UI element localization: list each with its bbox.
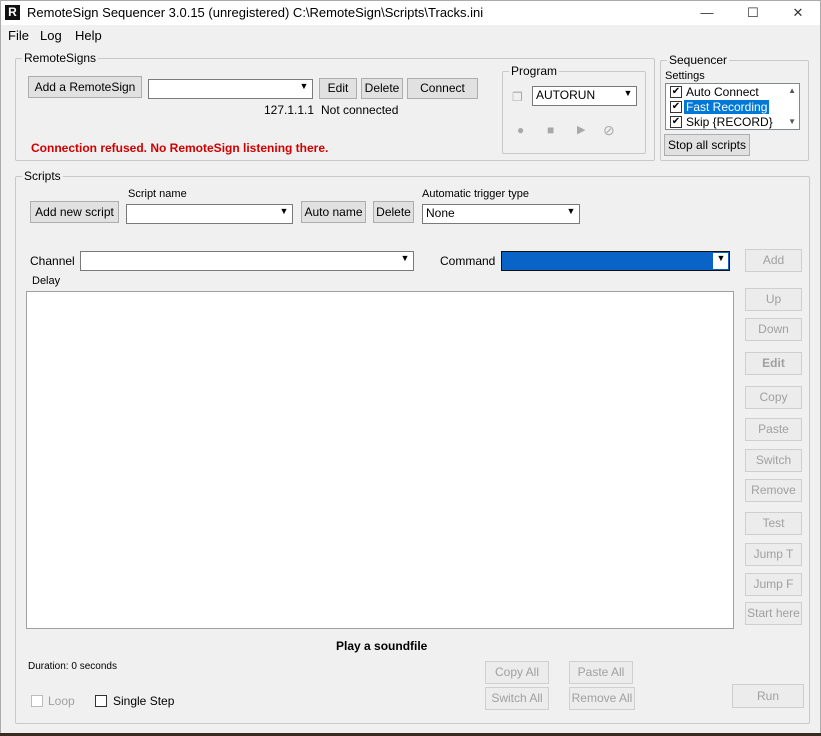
program-group-label: Program [509, 64, 560, 78]
chevron-down-icon: ▼ [276, 206, 291, 222]
settings-list[interactable]: ✔ Auto Connect ✔ Fast Recording ✔ Skip {… [665, 83, 800, 130]
jump-t-button[interactable]: Jump T [745, 543, 802, 566]
command-select[interactable]: ▼ [501, 251, 730, 271]
setting-auto-connect[interactable]: ✔ Auto Connect [668, 85, 783, 100]
setting-label: Fast Recording [684, 100, 770, 114]
chevron-down-icon: ▼ [620, 88, 635, 104]
setting-label: Auto Connect [686, 85, 759, 99]
app-window: R RemoteSign Sequencer 3.0.15 (unregiste… [0, 0, 821, 736]
script-steps-list[interactable] [26, 291, 734, 629]
run-button[interactable]: Run [732, 684, 804, 708]
jump-f-button[interactable]: Jump F [745, 573, 802, 596]
paste-button[interactable]: Paste [745, 418, 802, 441]
add-new-script-button[interactable]: Add new script [30, 201, 119, 223]
delete-script-button[interactable]: Delete [373, 201, 414, 223]
loop-label: Loop [48, 694, 75, 708]
maximize-button[interactable]: ☐ [730, 1, 776, 25]
checkbox-fast-recording[interactable]: ✔ [670, 101, 682, 113]
connection-status: Not connected [321, 103, 399, 117]
trigger-type-value: None [426, 206, 455, 220]
chevron-down-icon: ▼ [713, 253, 728, 269]
up-button[interactable]: Up [745, 288, 802, 311]
app-logo-icon: R [5, 5, 20, 20]
setting-label: Skip {RECORD} [686, 115, 773, 129]
trigger-type-label: Automatic trigger type [422, 188, 529, 200]
script-name-label: Script name [128, 188, 187, 200]
script-name-select[interactable]: ▼ [126, 204, 293, 224]
connect-button[interactable]: Connect [407, 78, 478, 99]
window-icon: ❐ [512, 90, 523, 104]
command-label: Command [440, 254, 496, 268]
down-button[interactable]: Down [745, 318, 802, 341]
start-here-button[interactable]: Start here [745, 602, 802, 625]
switch-button[interactable]: Switch [745, 449, 802, 472]
window-title: RemoteSign Sequencer 3.0.15 (unregistere… [27, 5, 484, 20]
stop-icon[interactable]: ■ [547, 123, 554, 137]
remove-button[interactable]: Remove [745, 479, 802, 502]
auto-name-button[interactable]: Auto name [301, 201, 366, 223]
switch-all-button[interactable]: Switch All [485, 687, 549, 710]
menu-bar: File Log Help [1, 25, 820, 46]
setting-skip-record[interactable]: ✔ Skip {RECORD} [668, 115, 783, 130]
sequencer-group: Sequencer Settings ✔ Auto Connect ✔ Fast… [660, 53, 809, 161]
close-button[interactable]: ✕ [775, 1, 821, 25]
scroll-up-icon[interactable]: ▲ [788, 86, 796, 95]
paste-all-button[interactable]: Paste All [569, 661, 633, 684]
remotesigns-group: RemoteSigns Add a RemoteSign ▼ Edit Dele… [15, 51, 655, 161]
record-icon[interactable]: ● [517, 123, 524, 137]
menu-help[interactable]: Help [75, 28, 102, 43]
sequencer-group-label: Sequencer [667, 53, 730, 67]
chevron-down-icon: ▼ [296, 81, 311, 97]
chevron-down-icon: ▼ [397, 253, 412, 269]
test-button[interactable]: Test [745, 512, 802, 535]
channel-select[interactable]: ▼ [80, 251, 414, 271]
remotesigns-group-label: RemoteSigns [22, 51, 99, 65]
edit-remotesign-button[interactable]: Edit [319, 78, 357, 99]
edit-button[interactable]: Edit [745, 352, 802, 375]
program-select[interactable]: AUTORUN ▼ [532, 86, 637, 106]
program-group: Program ❐ AUTORUN ▼ ● ■ ▶ ⊘ [502, 64, 646, 154]
duration-label: Duration: 0 seconds [28, 661, 117, 672]
checkbox-skip-record[interactable]: ✔ [670, 116, 682, 128]
chevron-down-icon: ▼ [563, 206, 578, 222]
settings-label: Settings [665, 70, 705, 82]
scroll-down-icon[interactable]: ▼ [788, 117, 796, 126]
delete-remotesign-button[interactable]: Delete [361, 78, 403, 99]
add-command-button[interactable]: Add [745, 249, 802, 272]
scripts-group: Scripts Add new script Script name ▼ Aut… [15, 169, 810, 724]
checkbox-auto-connect[interactable]: ✔ [670, 86, 682, 98]
command-description: Play a soundfile [336, 639, 428, 653]
single-step-label: Single Step [113, 694, 175, 708]
minimize-button[interactable]: — [684, 1, 730, 25]
channel-label: Channel [30, 254, 75, 268]
title-bar: R RemoteSign Sequencer 3.0.15 (unregiste… [1, 1, 820, 25]
copy-all-button[interactable]: Copy All [485, 661, 549, 684]
add-remotesign-button[interactable]: Add a RemoteSign [28, 76, 142, 98]
single-step-checkbox[interactable] [95, 695, 107, 707]
loop-checkbox[interactable] [31, 695, 43, 707]
connection-error-message: Connection refused. No RemoteSign listen… [31, 141, 329, 155]
ip-address: 127.1.1.1 [264, 103, 315, 117]
delay-label: Delay [32, 275, 61, 287]
cancel-icon[interactable]: ⊘ [603, 122, 615, 139]
menu-log[interactable]: Log [40, 28, 62, 43]
stop-all-scripts-button[interactable]: Stop all scripts [664, 134, 750, 156]
scripts-group-label: Scripts [22, 169, 63, 183]
remotesign-select[interactable]: ▼ [148, 79, 313, 99]
play-icon[interactable]: ▶ [577, 123, 585, 136]
program-select-value: AUTORUN [536, 88, 596, 102]
copy-button[interactable]: Copy [745, 386, 802, 409]
trigger-type-select[interactable]: None ▼ [422, 204, 580, 224]
menu-file[interactable]: File [8, 28, 29, 43]
remove-all-button[interactable]: Remove All [569, 687, 635, 710]
setting-fast-recording[interactable]: ✔ Fast Recording [668, 100, 783, 115]
